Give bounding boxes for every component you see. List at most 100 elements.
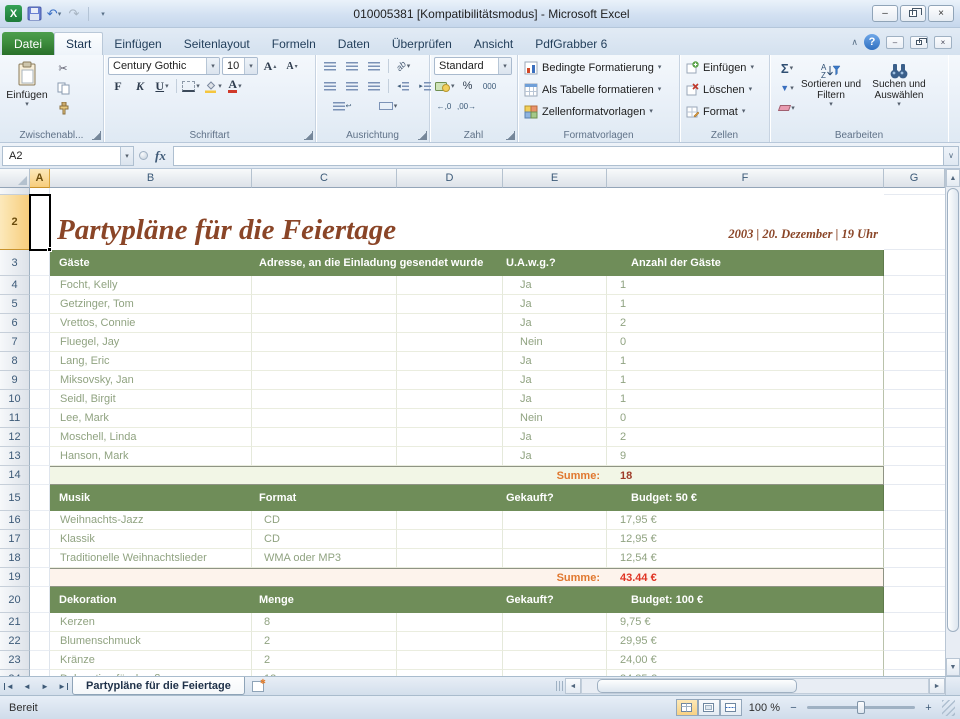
expand-formula-bar-button[interactable]: ∨ [943, 146, 959, 166]
cell-C16[interactable]: CD [252, 511, 397, 530]
shrink-font-button[interactable]: A▾ [282, 57, 302, 75]
cell-F8[interactable]: 1 [607, 352, 884, 371]
column-header-F[interactable]: F [607, 169, 884, 188]
row-header-20[interactable]: 20 [0, 587, 30, 613]
delete-cells-button[interactable]: Löschen ▾ [680, 77, 769, 99]
row-header-19[interactable]: 19 [0, 568, 30, 587]
cell-A18[interactable] [30, 549, 50, 568]
cell-G23[interactable] [884, 651, 945, 670]
row-header-9[interactable]: 9 [0, 371, 30, 390]
view-page-break-button[interactable] [720, 699, 742, 716]
cut-button[interactable]: ✂ [53, 59, 73, 77]
thousands-format-button[interactable]: 000 [480, 77, 500, 95]
cell-C8[interactable] [252, 352, 397, 371]
ribbon-tab-überprüfen[interactable]: Überprüfen [381, 32, 463, 55]
font-name-select[interactable]: Century Gothic▾ [108, 57, 220, 75]
workbook-minimize-button[interactable]: – [886, 36, 904, 49]
cell-F20[interactable]: Budget: 100 € [607, 587, 884, 613]
close-button[interactable]: × [928, 5, 954, 22]
orientation-button[interactable]: ab▾ [393, 57, 413, 75]
ribbon-tab-einfügen[interactable]: Einfügen [103, 32, 172, 55]
cell-A15[interactable] [30, 485, 50, 511]
cell-G3[interactable] [884, 250, 945, 276]
row-header-7[interactable]: 7 [0, 333, 30, 352]
cell-F3[interactable]: Anzahl der Gäste [607, 250, 884, 276]
align-right-button[interactable] [364, 77, 384, 95]
zoom-out-button[interactable]: − [787, 701, 800, 714]
column-header-A[interactable]: A [30, 169, 50, 188]
align-middle-button[interactable] [342, 57, 362, 75]
align-left-button[interactable] [320, 77, 340, 95]
cell-F15[interactable]: Budget: 50 € [607, 485, 884, 511]
next-sheet-button[interactable]: ► [36, 677, 54, 695]
cell-B23[interactable]: Kränze [50, 651, 252, 670]
cell-E9[interactable]: Ja [503, 371, 607, 390]
cell-G12[interactable] [884, 428, 945, 447]
cell-G15[interactable] [884, 485, 945, 511]
cell-G4[interactable] [884, 276, 945, 295]
cell-A11[interactable] [30, 409, 50, 428]
currency-format-button[interactable]: ▾ [434, 77, 456, 95]
row-header-12[interactable]: 12 [0, 428, 30, 447]
cell-E22[interactable] [503, 632, 607, 651]
ribbon-tab-formeln[interactable]: Formeln [261, 32, 327, 55]
format-as-table-button[interactable]: Als Tabelle formatieren ▾ [518, 77, 679, 99]
cell-A19[interactable] [30, 568, 50, 587]
cell-A5[interactable] [30, 295, 50, 314]
save-button[interactable] [26, 5, 42, 23]
cell-E14[interactable]: Summe: [503, 466, 607, 485]
column-header-E[interactable]: E [503, 169, 607, 188]
merge-center-button[interactable]: ▾ [366, 97, 410, 115]
cell-G10[interactable] [884, 390, 945, 409]
row-header-16[interactable]: 16 [0, 511, 30, 530]
ribbon-tab-seitenlayout[interactable]: Seitenlayout [173, 32, 261, 55]
column-header-G[interactable]: G [884, 169, 945, 188]
cell-B16[interactable]: Weihnachts-Jazz [50, 511, 252, 530]
cell-A22[interactable] [30, 632, 50, 651]
view-page-layout-button[interactable] [698, 699, 720, 716]
cell-E5[interactable]: Ja [503, 295, 607, 314]
cell-F6[interactable]: 2 [607, 314, 884, 333]
cell-A12[interactable] [30, 428, 50, 447]
cell-B5[interactable]: Getzinger, Tom [50, 295, 252, 314]
tab-split-handle[interactable] [556, 681, 563, 691]
cell-B17[interactable]: Klassik [50, 530, 252, 549]
cell-B21[interactable]: Kerzen [50, 613, 252, 632]
cell-F12[interactable]: 2 [607, 428, 884, 447]
cell-B14[interactable] [50, 466, 503, 485]
cell-B13[interactable]: Hanson, Mark [50, 447, 252, 466]
cell-E13[interactable]: Ja [503, 447, 607, 466]
bold-button[interactable]: F [108, 77, 128, 95]
zoom-slider-thumb[interactable] [857, 701, 865, 714]
workbook-restore-button[interactable] [910, 36, 928, 49]
cell-A20[interactable] [30, 587, 50, 613]
cell-D11[interactable] [397, 409, 503, 428]
cell-B19[interactable] [50, 568, 503, 587]
row-header-3[interactable]: 3 [0, 250, 30, 276]
scroll-left-button[interactable]: ◄ [565, 678, 581, 694]
cell-D6[interactable] [397, 314, 503, 333]
cell-C3[interactable]: Adresse, an die Einladung gesendet wurde [252, 250, 503, 276]
cell-G22[interactable] [884, 632, 945, 651]
cell-A17[interactable] [30, 530, 50, 549]
number-format-select[interactable]: Standard▾ [434, 57, 512, 75]
percent-format-button[interactable]: % [458, 77, 478, 95]
ribbon-tab-ansicht[interactable]: Ansicht [463, 32, 524, 55]
cell-E3[interactable]: U.A.w.g.? [503, 250, 607, 276]
cell-C6[interactable] [252, 314, 397, 333]
redo-button[interactable]: ↷ [66, 5, 82, 23]
fill-color-button[interactable]: ▾ [203, 77, 223, 95]
cell-A23[interactable] [30, 651, 50, 670]
row-header-2[interactable]: 2 [0, 195, 30, 250]
row-header-15[interactable]: 15 [0, 485, 30, 511]
cell-styles-button[interactable]: Zellenformatvorlagen ▾ [518, 99, 679, 121]
autosum-button[interactable]: Σ▾ [777, 59, 797, 77]
cell-A6[interactable] [30, 314, 50, 333]
row-header-14[interactable]: 14 [0, 466, 30, 485]
cell-A21[interactable] [30, 613, 50, 632]
restore-button[interactable] [900, 5, 926, 22]
cell-G13[interactable] [884, 447, 945, 466]
wrap-text-button[interactable]: ↩ [320, 97, 364, 115]
cell-G14[interactable] [884, 466, 945, 485]
resize-grip[interactable] [942, 700, 955, 716]
